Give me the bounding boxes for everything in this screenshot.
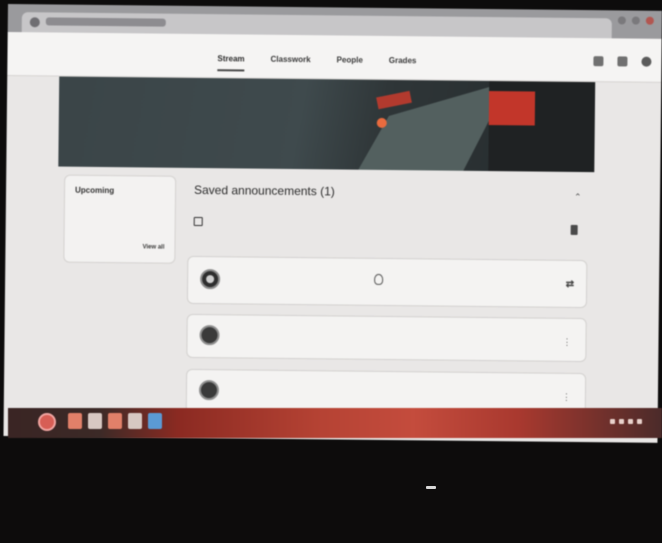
- settings-icon[interactable]: [593, 56, 604, 67]
- start-button[interactable]: [38, 413, 56, 431]
- tab-classwork[interactable]: Classwork: [270, 55, 311, 72]
- favicon-icon: [29, 17, 40, 28]
- monitor-photo: Stream Classwork People Grades Upcoming: [0, 0, 662, 543]
- close-icon[interactable]: [645, 16, 654, 25]
- chevron-up-icon[interactable]: ⌃: [574, 192, 582, 203]
- upcoming-card: Upcoming View all: [63, 174, 177, 264]
- mouse-cursor-icon: [374, 273, 384, 285]
- classroom-header: Stream Classwork People Grades: [7, 31, 662, 83]
- window-controls: [617, 16, 654, 25]
- windows-taskbar: [8, 408, 662, 438]
- taskbar-app-icon[interactable]: [148, 413, 162, 429]
- tab-title: [45, 17, 166, 27]
- saved-announcement-row[interactable]: [193, 211, 584, 245]
- saved-announcements-title[interactable]: Saved announcements (1): [194, 183, 335, 198]
- stream-post[interactable]: ⋮: [186, 313, 587, 363]
- taskbar-app-icon[interactable]: [128, 413, 142, 429]
- header-icons: [593, 56, 652, 67]
- taskbar-app-icon[interactable]: [108, 413, 122, 429]
- upcoming-title: Upcoming: [75, 185, 115, 196]
- tray-icon[interactable]: [619, 419, 624, 424]
- tray-icon[interactable]: [610, 419, 615, 424]
- account-icon[interactable]: [641, 56, 652, 67]
- upcoming-text: [75, 209, 165, 210]
- view-all-link[interactable]: View all: [143, 244, 165, 250]
- tab-people[interactable]: People: [336, 55, 363, 72]
- assignment-icon: [198, 380, 220, 401]
- tab-stream[interactable]: Stream: [217, 54, 245, 72]
- banner-decoration: [488, 91, 536, 126]
- banner-decoration: [376, 117, 387, 128]
- taskbar-app-icon[interactable]: [88, 413, 102, 429]
- screen: Stream Classwork People Grades Upcoming: [3, 4, 662, 443]
- power-led: [426, 486, 436, 489]
- apps-icon[interactable]: [617, 56, 628, 67]
- avatar: [200, 269, 221, 290]
- assignment-icon: [199, 325, 220, 346]
- tray-icon[interactable]: [637, 419, 642, 424]
- trash-icon[interactable]: [570, 224, 578, 235]
- system-tray: [610, 419, 642, 424]
- nav-tabs: Stream Classwork People Grades: [217, 54, 416, 73]
- banner-decoration: [376, 90, 412, 110]
- checkbox[interactable]: [193, 216, 203, 227]
- minimize-icon[interactable]: [617, 16, 626, 25]
- class-banner: [58, 76, 596, 173]
- repost-icon[interactable]: ⇄: [566, 279, 575, 290]
- maximize-icon[interactable]: [631, 16, 640, 25]
- more-vert-icon[interactable]: ⋮: [562, 392, 571, 403]
- tab-grades[interactable]: Grades: [389, 56, 417, 73]
- taskbar-app-icon[interactable]: [68, 413, 82, 429]
- avatar-face: [206, 275, 215, 284]
- compose-announcement-card[interactable]: ⇄: [186, 255, 588, 309]
- more-vert-icon[interactable]: ⋮: [562, 337, 571, 348]
- tray-icon[interactable]: [628, 419, 633, 424]
- taskbar-apps: [68, 413, 162, 429]
